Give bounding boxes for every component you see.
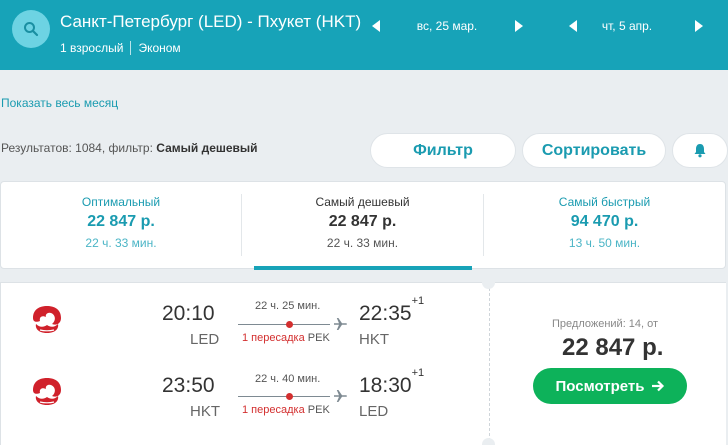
tab-label: Самый дешевый <box>315 195 410 209</box>
stops-info: 1 пересадка PEK <box>242 404 330 416</box>
flight-timeline <box>238 390 348 402</box>
search-icon <box>24 22 39 37</box>
stops-count: 1 пересадка <box>242 332 305 344</box>
return-date[interactable]: чт, 5 апр. <box>582 19 672 33</box>
offer-price: 22 847 р. <box>562 334 664 361</box>
return-next-button[interactable] <box>692 18 706 34</box>
tab-label: Самый быстрый <box>558 195 651 209</box>
stops-info: 1 пересадка PEK <box>242 332 330 344</box>
next-day-marker: +1 <box>411 367 425 379</box>
plane-icon <box>334 390 347 402</box>
hainan-airlines-logo <box>33 306 61 333</box>
card-notch-top <box>482 276 495 289</box>
route-title[interactable]: Санкт-Петербург (LED) - Пхукет (HKT) <box>60 12 361 32</box>
sort-tabs: Оптимальный 22 847 р. 22 ч. 33 мин. Самы… <box>0 181 726 270</box>
view-offer-button[interactable]: Посмотреть <box>533 368 687 404</box>
stops-count: 1 пересадка <box>242 404 305 416</box>
card-divider <box>489 283 490 445</box>
arrival-airport: LED <box>359 403 389 420</box>
chevron-left-icon <box>372 20 380 32</box>
passengers-label: 1 взрослый <box>60 41 124 55</box>
tab-label: Оптимальный <box>81 195 161 209</box>
tab-fastest[interactable]: Самый быстрый 94 470 р. 13 ч. 50 мин. <box>484 182 725 268</box>
separator <box>130 41 132 55</box>
price-alert-button[interactable] <box>672 133 728 168</box>
results-summary: Результатов: 1084, фильтр: Самый дешевый <box>1 141 258 155</box>
return-prev-button[interactable] <box>566 18 580 34</box>
arrow-right-icon <box>651 380 664 392</box>
tab-optimal[interactable]: Оптимальный 22 847 р. 22 ч. 33 мин. <box>1 182 241 268</box>
tab-duration: 13 ч. 50 мин. <box>568 236 641 250</box>
next-day-marker: +1 <box>411 295 425 307</box>
sort-button[interactable]: Сортировать <box>522 133 666 168</box>
filter-button[interactable]: Фильтр <box>370 133 516 168</box>
stop-dot <box>286 321 293 328</box>
arrival-time-value: 18:30 <box>359 374 412 397</box>
chevron-left-icon <box>569 20 577 32</box>
timeline-line <box>238 324 330 325</box>
plane-icon <box>334 318 347 330</box>
show-month-link[interactable]: Показать весь месяц <box>1 96 118 110</box>
depart-prev-button[interactable] <box>369 18 383 34</box>
tab-price: 22 847 р. <box>87 213 155 230</box>
tab-price: 22 847 р. <box>328 213 397 230</box>
results-count: Результатов: 1084, фильтр: <box>1 141 153 155</box>
tab-duration: 22 ч. 33 мин. <box>326 236 399 250</box>
view-offer-label: Посмотреть <box>555 377 645 395</box>
arrival-time-value: 22:35 <box>359 302 412 325</box>
arrival-time: 18:30+1 <box>359 367 424 398</box>
cabin-label: Эконом <box>138 41 181 55</box>
departure-airport: HKT <box>190 403 220 420</box>
flight-duration: 22 ч. 25 мин. <box>255 300 321 312</box>
departure-airport: LED <box>190 331 220 348</box>
depart-date[interactable]: вс, 25 мар. <box>392 19 502 33</box>
search-button[interactable] <box>12 10 50 48</box>
flight-timeline <box>238 318 348 330</box>
tab-cheapest[interactable]: Самый дешевый 22 847 р. 22 ч. 33 мин. <box>242 182 483 268</box>
bell-icon <box>694 144 706 158</box>
flight-duration: 22 ч. 40 мин. <box>255 373 321 385</box>
departure-time: 23:50 <box>162 374 215 397</box>
offers-count: Предложений: 14, от <box>552 318 659 330</box>
depart-next-button[interactable] <box>512 18 526 34</box>
chevron-right-icon <box>515 20 523 32</box>
tab-price: 94 470 р. <box>570 213 639 230</box>
transfer-airport: PEK <box>307 332 330 344</box>
departure-time: 20:10 <box>162 302 215 325</box>
trip-params[interactable]: 1 взрослый Эконом <box>60 41 181 55</box>
arrival-airport: HKT <box>359 331 389 348</box>
chevron-right-icon <box>695 20 703 32</box>
timeline-line <box>238 396 330 397</box>
stop-dot <box>286 393 293 400</box>
transfer-airport: PEK <box>307 404 330 416</box>
hainan-airlines-logo <box>33 378 61 405</box>
search-header: Санкт-Петербург (LED) - Пхукет (HKT) 1 в… <box>0 0 728 70</box>
tab-duration: 22 ч. 33 мин. <box>85 236 157 250</box>
card-notch-bottom <box>482 438 495 445</box>
arrival-time: 22:35+1 <box>359 295 424 326</box>
active-tab-indicator <box>254 266 472 270</box>
active-filter: Самый дешевый <box>156 141 258 155</box>
